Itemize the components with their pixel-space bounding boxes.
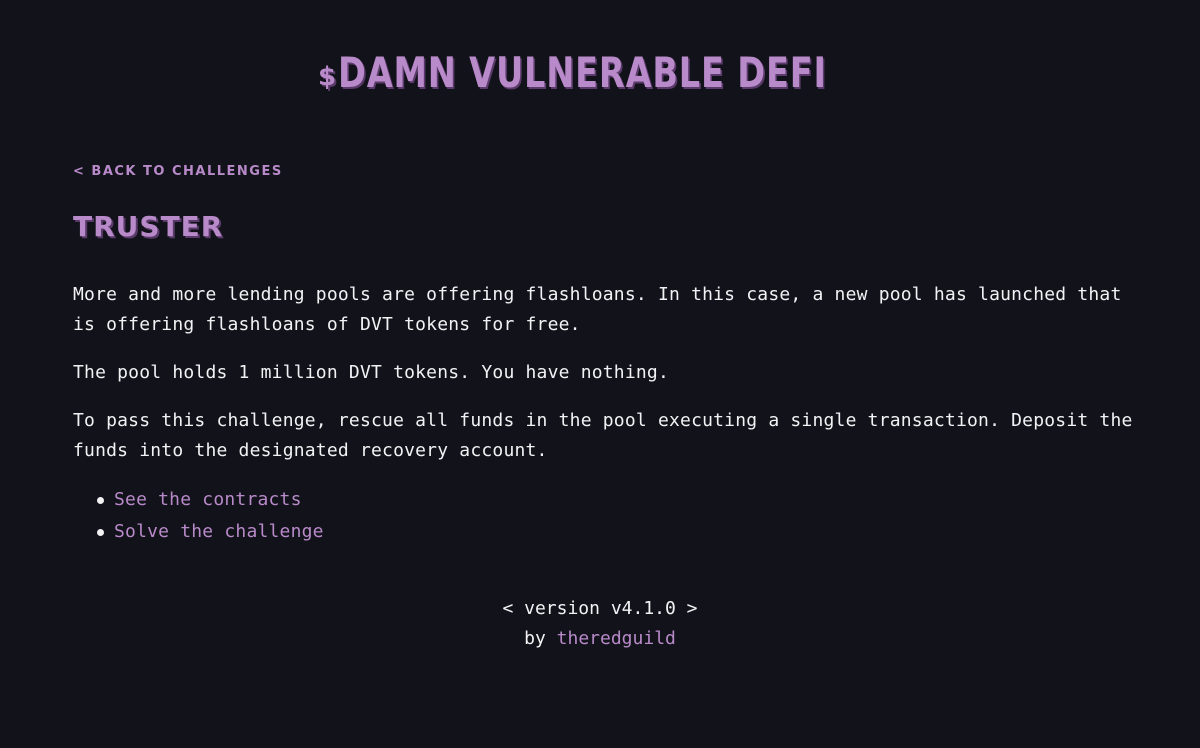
author-link[interactable]: theredguild <box>557 628 676 649</box>
by-text: by <box>524 628 546 649</box>
list-item: See the contracts <box>97 484 1133 516</box>
back-to-challenges-link[interactable]: < BACK TO CHALLENGES <box>73 164 283 179</box>
solve-challenge-link[interactable]: Solve the challenge <box>114 521 324 542</box>
challenge-title: TRUSTER <box>73 210 224 243</box>
challenge-description: More and more lending pools are offering… <box>73 280 1133 548</box>
logo-dollar-symbol: $ <box>318 62 337 92</box>
site-logo[interactable]: $ DAMN VULNERABLE DEFI <box>318 44 949 96</box>
description-paragraph: To pass this challenge, rescue all funds… <box>73 410 1133 461</box>
challenge-links-list: See the contracts Solve the challenge <box>73 484 1133 548</box>
logo-title: DAMN VULNERABLE DEFI <box>338 48 827 97</box>
description-paragraph: The pool holds 1 million DVT tokens. You… <box>73 362 669 383</box>
list-item: Solve the challenge <box>97 516 1133 548</box>
author-credit: by theredguild <box>0 624 1200 654</box>
see-contracts-link[interactable]: See the contracts <box>114 489 302 510</box>
version-label: < version v4.1.0 > <box>502 598 698 619</box>
description-paragraph: More and more lending pools are offering… <box>73 284 1122 335</box>
footer: < version v4.1.0 > by theredguild <box>0 594 1200 654</box>
